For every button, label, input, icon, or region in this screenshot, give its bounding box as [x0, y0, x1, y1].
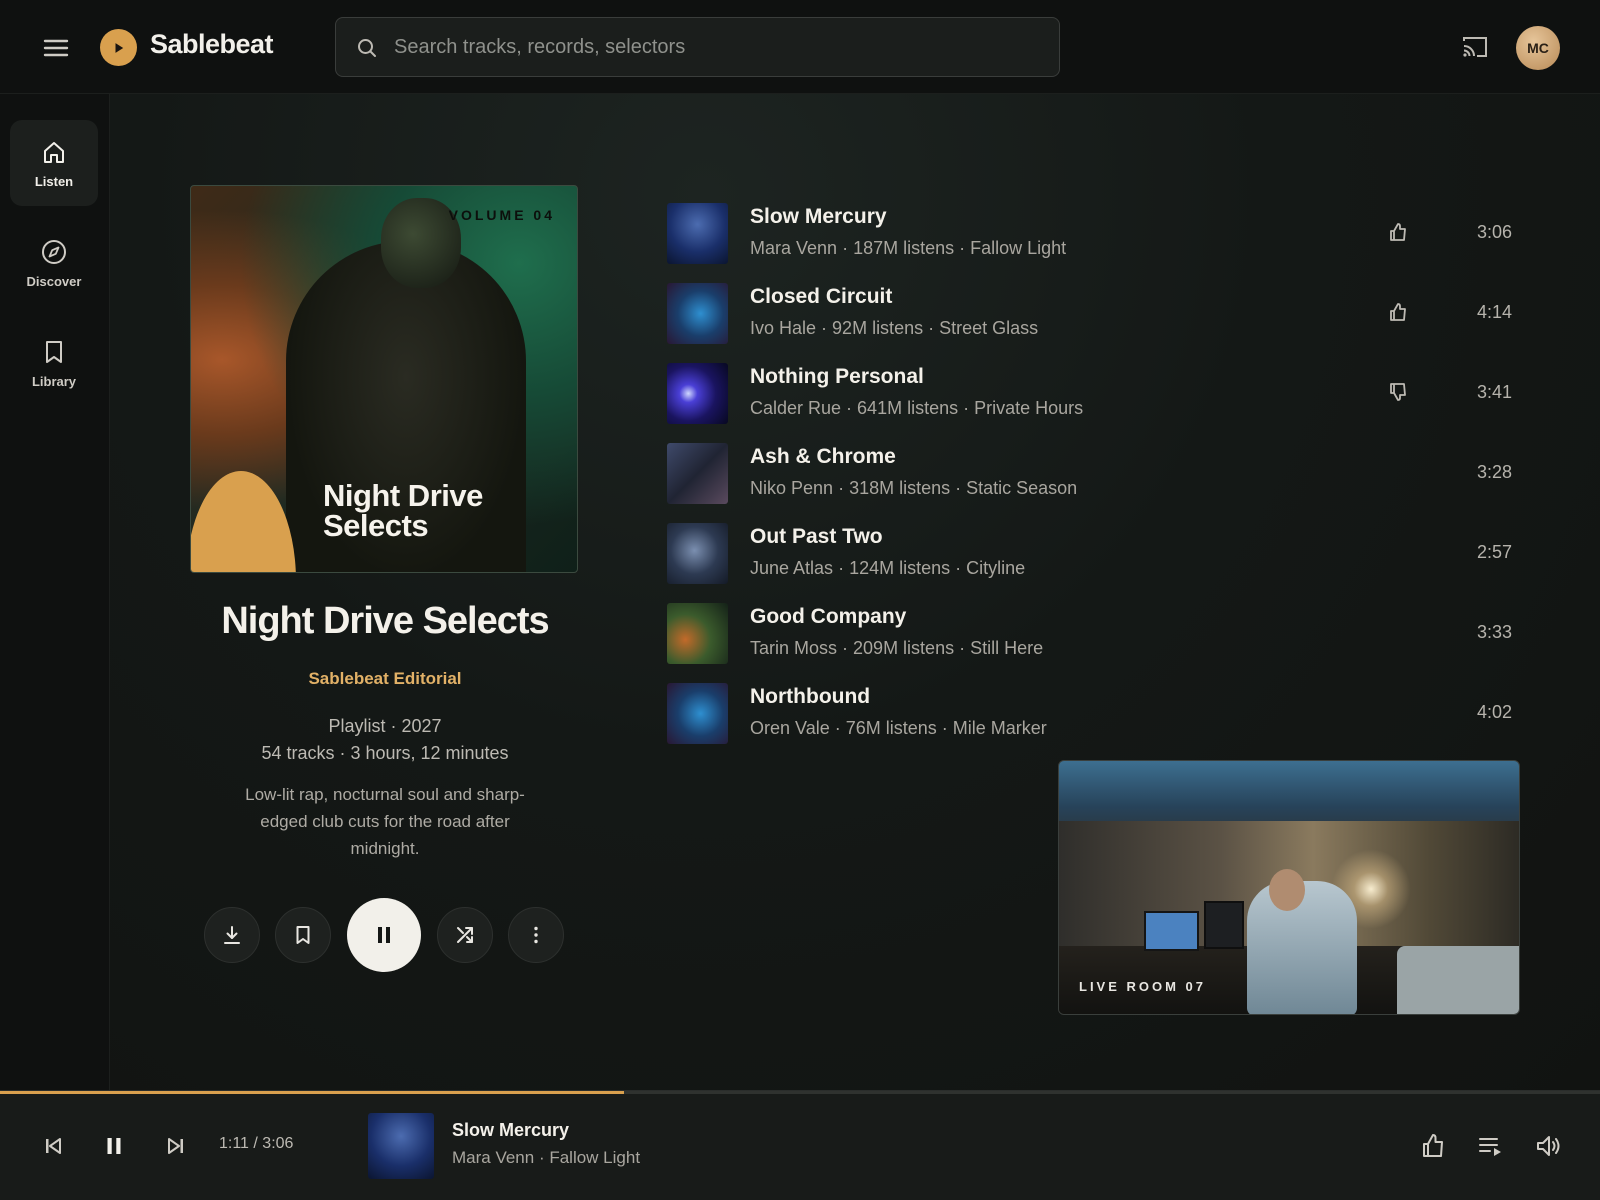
bookmark-icon [296, 926, 310, 944]
sidebar-item-library[interactable]: Library [10, 320, 98, 406]
thumb-up-icon[interactable] [1387, 221, 1409, 243]
compass-icon [42, 239, 66, 264]
track-row[interactable]: Out Past Two June Atlas · 124M listens ·… [667, 519, 1527, 587]
track-duration: 3:33 [1476, 622, 1512, 642]
home-icon [44, 141, 64, 163]
track-meta: Oren Vale · 76M listens · Mile Marker [750, 718, 1047, 738]
playlist-stats: 54 tracks · 3 hours, 12 minutes [261, 743, 509, 763]
track-title: Out Past Two [750, 525, 883, 548]
bookmark-icon [46, 340, 62, 363]
search-input[interactable] [394, 18, 1034, 76]
progress-bar[interactable] [0, 1091, 1600, 1094]
progress-fill [0, 1091, 624, 1094]
track-row[interactable]: Nothing Personal Calder Rue · 641M liste… [667, 359, 1527, 427]
sidebar-item-discover[interactable]: Discover [10, 220, 98, 306]
sidebar-item-label: Discover [26, 273, 82, 289]
track-duration: 4:02 [1476, 702, 1512, 722]
track-meta: Tarin Moss · 209M listens · Still Here [750, 638, 1044, 658]
track-thumbnail [667, 683, 728, 744]
track-title: Northbound [750, 685, 871, 708]
video-monitor [1204, 901, 1244, 949]
shuffle-button[interactable] [437, 907, 493, 963]
track-duration: 2:57 [1476, 542, 1512, 562]
track-title: Closed Circuit [750, 285, 893, 308]
track-meta: Mara Venn · 187M listens · Fallow Light [750, 238, 1067, 258]
player-bar: 1:11 / 3:06 Slow Mercury Mara Venn · Fal… [0, 1090, 1600, 1200]
track-thumbnail [667, 523, 728, 584]
track-meta: Calder Rue · 641M listens · Private Hour… [750, 398, 1084, 418]
logo-play-icon[interactable] [100, 29, 137, 66]
cast-icon[interactable] [1460, 32, 1490, 62]
sidebar-item-label: Listen [34, 173, 74, 189]
sidebar: Listen Discover Library [0, 94, 110, 1090]
track-row[interactable]: Good Company Tarin Moss · 209M listens ·… [667, 599, 1527, 667]
track-meta: June Atlas · 124M listens · Cityline [750, 558, 1026, 578]
thumb-up-icon[interactable] [1418, 1131, 1448, 1161]
pause-icon [378, 927, 390, 943]
pause-icon[interactable] [99, 1131, 129, 1161]
more-vertical-icon [534, 926, 538, 944]
track-title: Slow Mercury [750, 205, 887, 228]
track-duration: 3:41 [1476, 382, 1512, 402]
track-duration: 3:28 [1476, 462, 1512, 482]
menu-icon[interactable] [40, 32, 72, 64]
download-icon [224, 926, 240, 944]
cover-title: Night Drive Selects [323, 478, 483, 543]
track-title: Ash & Chrome [750, 445, 896, 468]
track-thumbnail [667, 443, 728, 504]
sidebar-item-label: Library [31, 373, 77, 389]
track-meta: Ivo Hale · 92M listens · Street Glass [750, 318, 1039, 338]
more-options-button[interactable] [508, 907, 564, 963]
shuffle-icon [457, 927, 473, 943]
playlist-description: Low-lit rap, nocturnal soul and sharp-ed… [245, 785, 525, 858]
queue-icon[interactable] [1475, 1131, 1505, 1161]
track-row[interactable]: Slow Mercury Mara Venn · 187M listens · … [667, 199, 1527, 267]
track-meta: Niko Penn · 318M listens · Static Season [750, 478, 1078, 498]
cover-accent-shape [191, 471, 296, 572]
track-thumbnail [667, 283, 728, 344]
playlist-type-year: Playlist · 2027 [328, 716, 442, 736]
track-thumbnail [667, 603, 728, 664]
sidebar-item-listen[interactable]: Listen [10, 120, 98, 206]
track-duration: 4:14 [1476, 302, 1512, 322]
skip-previous-icon[interactable] [38, 1131, 68, 1161]
track-title: Good Company [750, 605, 907, 628]
track-row[interactable]: Ash & Chrome Niko Penn · 318M listens · … [667, 439, 1527, 507]
now-playing-subtitle[interactable]: Mara Venn · Fallow Light [452, 1148, 640, 1168]
cover-volume-label: VOLUME 04 [448, 207, 555, 223]
app-logo-text[interactable]: Sablebeat [150, 29, 274, 60]
avatar[interactable]: MC [1516, 26, 1560, 70]
top-bar: Sablebeat MC [0, 0, 1600, 94]
video-monitor [1144, 911, 1199, 951]
playlist-cover[interactable]: VOLUME 04 Night Drive Selects [190, 185, 578, 573]
playback-time: 1:11 / 3:06 [219, 1135, 294, 1152]
video-person-head [1269, 869, 1305, 911]
live-room-video[interactable]: LIVE ROOM 07 [1058, 760, 1520, 1015]
now-playing-title[interactable]: Slow Mercury [452, 1120, 569, 1141]
now-playing-thumbnail[interactable] [368, 1113, 434, 1179]
skip-next-icon[interactable] [161, 1131, 191, 1161]
save-to-library-button[interactable] [275, 907, 331, 963]
search-box[interactable] [335, 17, 1060, 77]
download-button[interactable] [204, 907, 260, 963]
track-row[interactable]: Northbound Oren Vale · 76M listens · Mil… [667, 679, 1527, 747]
track-title: Nothing Personal [750, 365, 924, 388]
playlist-title: Night Drive Selects [221, 600, 549, 642]
track-duration: 3:06 [1476, 222, 1512, 242]
search-icon [356, 37, 378, 59]
playlist-curator-link[interactable]: Sablebeat Editorial [150, 669, 620, 689]
thumb-up-icon[interactable] [1387, 301, 1409, 323]
track-thumbnail [667, 363, 728, 424]
track-thumbnail [667, 203, 728, 264]
volume-icon[interactable] [1533, 1131, 1563, 1161]
video-bed [1397, 946, 1519, 1014]
thumb-down-icon[interactable] [1387, 381, 1409, 403]
play-pause-button[interactable] [347, 898, 421, 972]
track-row[interactable]: Closed Circuit Ivo Hale · 92M listens · … [667, 279, 1527, 347]
video-label: LIVE ROOM 07 [1079, 979, 1207, 994]
